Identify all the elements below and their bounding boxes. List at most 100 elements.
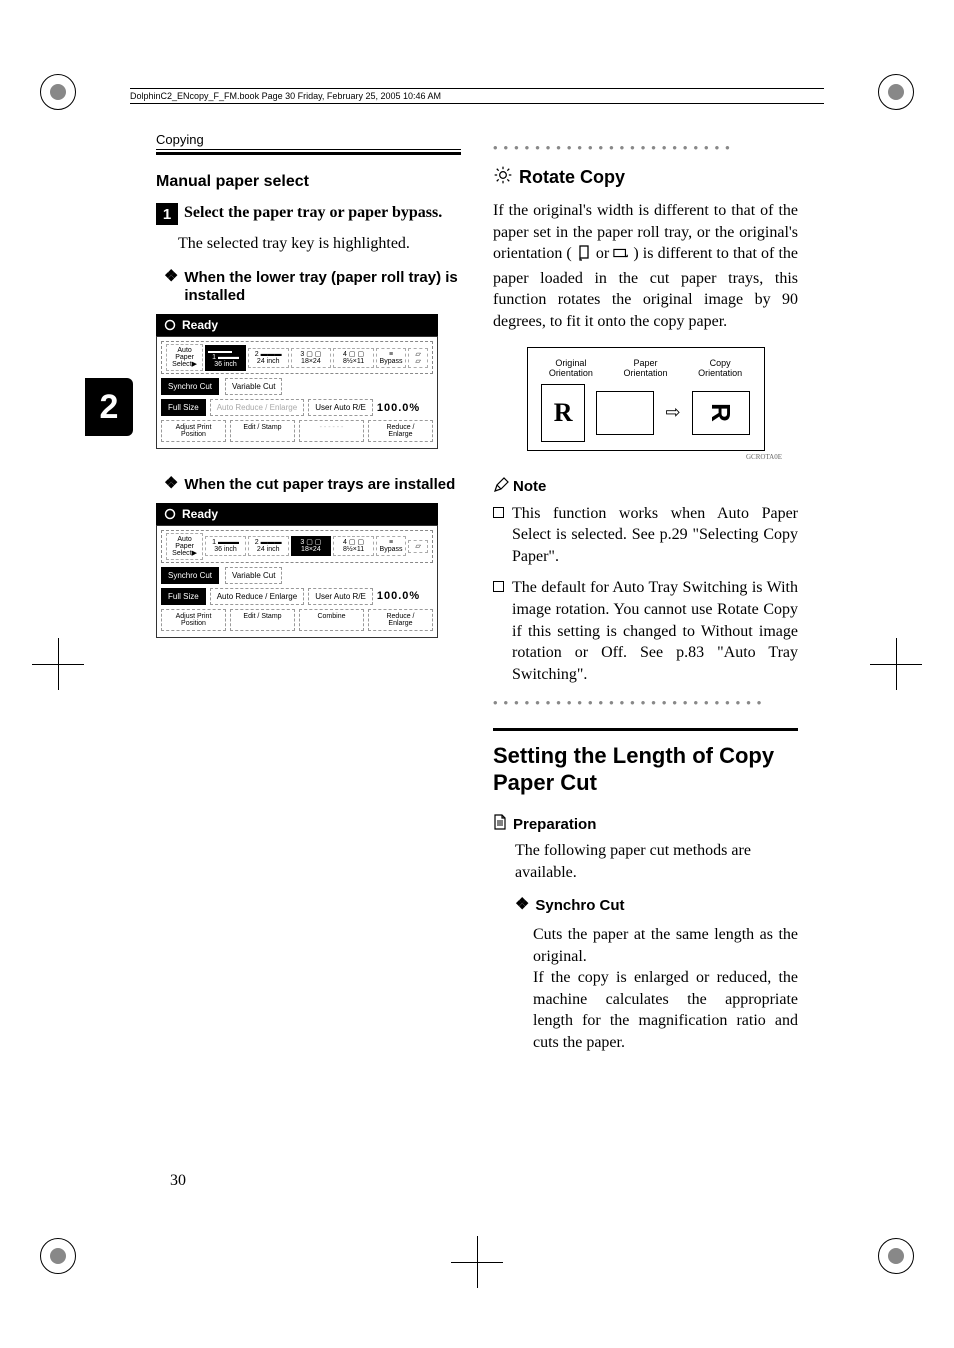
- step-text: Select the paper tray or paper bypass.: [184, 203, 442, 224]
- section-tab-number: 2: [100, 388, 119, 427]
- crop-mark-icon: [40, 74, 76, 110]
- dotted-rule: •••••••••••••••••••••••: [493, 140, 798, 155]
- arrow-right-icon: ⇨: [666, 402, 681, 423]
- dotted-rule: ••••••••••••••••••••••••••: [493, 695, 798, 710]
- synchro-cut-button: Synchro Cut: [161, 378, 219, 395]
- synchro-cut-button: Synchro Cut: [161, 567, 219, 584]
- full-size-button: Full Size: [161, 399, 206, 416]
- registration-cross-icon: [32, 638, 84, 690]
- user-auto-re-button: User Auto R/E: [308, 588, 373, 605]
- subheading-text: When the lower tray (paper roll tray) is…: [184, 269, 461, 307]
- book-header-text: DolphinC2_ENcopy_F_FM.book Page 30 Frida…: [130, 91, 441, 101]
- crop-mark-icon: [878, 1238, 914, 1274]
- select-label: Select: [172, 550, 191, 557]
- orient-cell: ▱▱: [408, 348, 428, 368]
- auto-reduce-button: Auto Reduce / Enlarge: [210, 588, 305, 605]
- ready-circle-icon: [164, 508, 176, 520]
- portrait-page-icon: [576, 245, 592, 268]
- ui-screenshot-cut-trays: Ready Auto PaperSelect▶ 1 ▬▬▬36 inch 2 ▬…: [156, 503, 438, 653]
- rule: [493, 728, 798, 731]
- tray-4: 4 ▢ ▢8½×11: [333, 536, 374, 556]
- note-heading: Note: [493, 477, 798, 497]
- edit-stamp-button: Edit / Stamp: [230, 420, 295, 442]
- crop-mark-icon: [40, 1238, 76, 1274]
- tray-2: 2 ▬▬▬24 inch: [248, 348, 289, 368]
- rotate-copy-heading: Rotate Copy: [493, 165, 798, 190]
- tray-3: 3 ▢ ▢18×24: [291, 536, 332, 556]
- diamond-icon: ❖: [515, 897, 529, 913]
- diagram-caption: GCROTA0E: [493, 453, 782, 461]
- edit-stamp-button: Edit / Stamp: [230, 609, 295, 631]
- zoom-percent: 100.0%: [377, 402, 420, 414]
- adjust-position-button: Adjust Print Position: [161, 609, 226, 631]
- note-label-text: Note: [513, 478, 546, 495]
- combine-button: Combine: [299, 609, 364, 631]
- step-number-badge: 1: [156, 203, 178, 225]
- square-bullet-icon: [493, 581, 504, 592]
- bypass-cell: ≡Bypass: [376, 536, 406, 556]
- paper-box: [596, 391, 654, 435]
- auto-reduce-button: Auto Reduce / Enlarge: [210, 399, 305, 416]
- auto-paper-label: Auto Paper: [175, 536, 194, 550]
- diamond-icon: ❖: [164, 476, 178, 492]
- synchro-cut-label: Synchro Cut: [535, 897, 624, 916]
- section-title: Manual paper select: [156, 173, 461, 191]
- preparation-label: Preparation: [513, 816, 596, 833]
- preparation-heading: Preparation: [493, 814, 798, 834]
- running-head: Copying: [156, 132, 461, 150]
- rotate-diagram: Original Orientation Paper Orientation C…: [527, 347, 765, 451]
- tip-sun-icon: [493, 165, 513, 190]
- tray-3: 3 ▢ ▢18×24: [291, 348, 332, 368]
- step-body: The selected tray key is highlighted.: [178, 233, 461, 255]
- step-1: 1 Select the paper tray or paper bypass.: [156, 203, 461, 225]
- landscape-page-icon: [613, 245, 629, 268]
- zoom-percent: 100.0%: [377, 590, 420, 602]
- note-item: The default for Auto Tray Switching is W…: [512, 577, 798, 685]
- copy-box: R: [692, 391, 750, 435]
- reduce-enlarge-button: Reduce / Enlarge: [368, 609, 433, 631]
- auto-paper-label: Auto Paper: [175, 347, 194, 361]
- ui-screenshot-roll-tray: Ready Auto PaperSelect▶ 1 ▬▬▬36 inch 2 ▬…: [156, 314, 438, 464]
- subheading-cut-trays: ❖ When the cut paper trays are installed: [164, 476, 461, 495]
- crop-mark-icon: [878, 74, 914, 110]
- pencil-note-icon: [493, 477, 509, 497]
- tray-row: Auto PaperSelect▶ 1 ▬▬▬36 inch 2 ▬▬▬24 i…: [161, 530, 433, 563]
- combine-button-disabled: - - - - - -: [299, 420, 364, 442]
- book-header: DolphinC2_ENcopy_F_FM.book Page 30 Frida…: [130, 88, 824, 104]
- setting-length-heading: Setting the Length of Copy Paper Cut: [493, 743, 798, 796]
- subheading-text: When the cut paper trays are installed: [184, 476, 455, 495]
- rotate-copy-body: If the original's width is different to …: [493, 200, 798, 333]
- ready-label: Ready: [182, 318, 218, 332]
- right-column: ••••••••••••••••••••••• Rotate Copy If t…: [493, 132, 798, 1068]
- tray-2: 2 ▬▬▬24 inch: [248, 536, 289, 556]
- diagram-label-paper: Paper Orientation: [623, 358, 667, 378]
- tray-1: 1 ▬▬▬36 inch: [205, 536, 246, 556]
- left-column: Copying Manual paper select 1 Select the…: [156, 132, 461, 1068]
- preparation-body: The following paper cut methods are avai…: [515, 840, 798, 883]
- tray-row: Auto PaperSelect▶ 1 ▬▬▬36 inch 2 ▬▬▬24 i…: [161, 341, 433, 374]
- page-number: 30: [170, 1172, 186, 1190]
- registration-cross-icon: [451, 1236, 503, 1288]
- reduce-enlarge-button: Reduce / Enlarge: [368, 420, 433, 442]
- bypass-cell: ≡Bypass: [376, 348, 406, 368]
- variable-cut-button: Variable Cut: [225, 567, 282, 584]
- tray-4: 4 ▢ ▢8½×11: [333, 348, 374, 368]
- registration-cross-icon: [870, 638, 922, 690]
- full-size-button: Full Size: [161, 588, 206, 605]
- note-item: This function works when Auto Paper Sele…: [512, 503, 798, 568]
- square-bullet-icon: [493, 507, 504, 518]
- document-icon: [493, 814, 507, 834]
- ready-label: Ready: [182, 507, 218, 521]
- page-frame: DolphinC2_ENcopy_F_FM.book Page 30 Frida…: [100, 108, 854, 1240]
- subheading-lower-tray: ❖ When the lower tray (paper roll tray) …: [164, 269, 461, 307]
- orient-cell: ▱: [408, 540, 428, 553]
- ready-circle-icon: [164, 319, 176, 331]
- tray-1: 1 ▬▬▬36 inch: [205, 345, 246, 371]
- synchro-cut-body: Cuts the paper at the same length as the…: [533, 924, 798, 1054]
- rule: [156, 152, 461, 155]
- synchro-cut-heading: ❖ Synchro Cut: [515, 897, 798, 916]
- diamond-icon: ❖: [164, 269, 178, 285]
- note-list: This function works when Auto Paper Sele…: [493, 503, 798, 686]
- diagram-label-copy: Copy Orientation: [698, 358, 742, 378]
- select-label: Select: [172, 361, 191, 368]
